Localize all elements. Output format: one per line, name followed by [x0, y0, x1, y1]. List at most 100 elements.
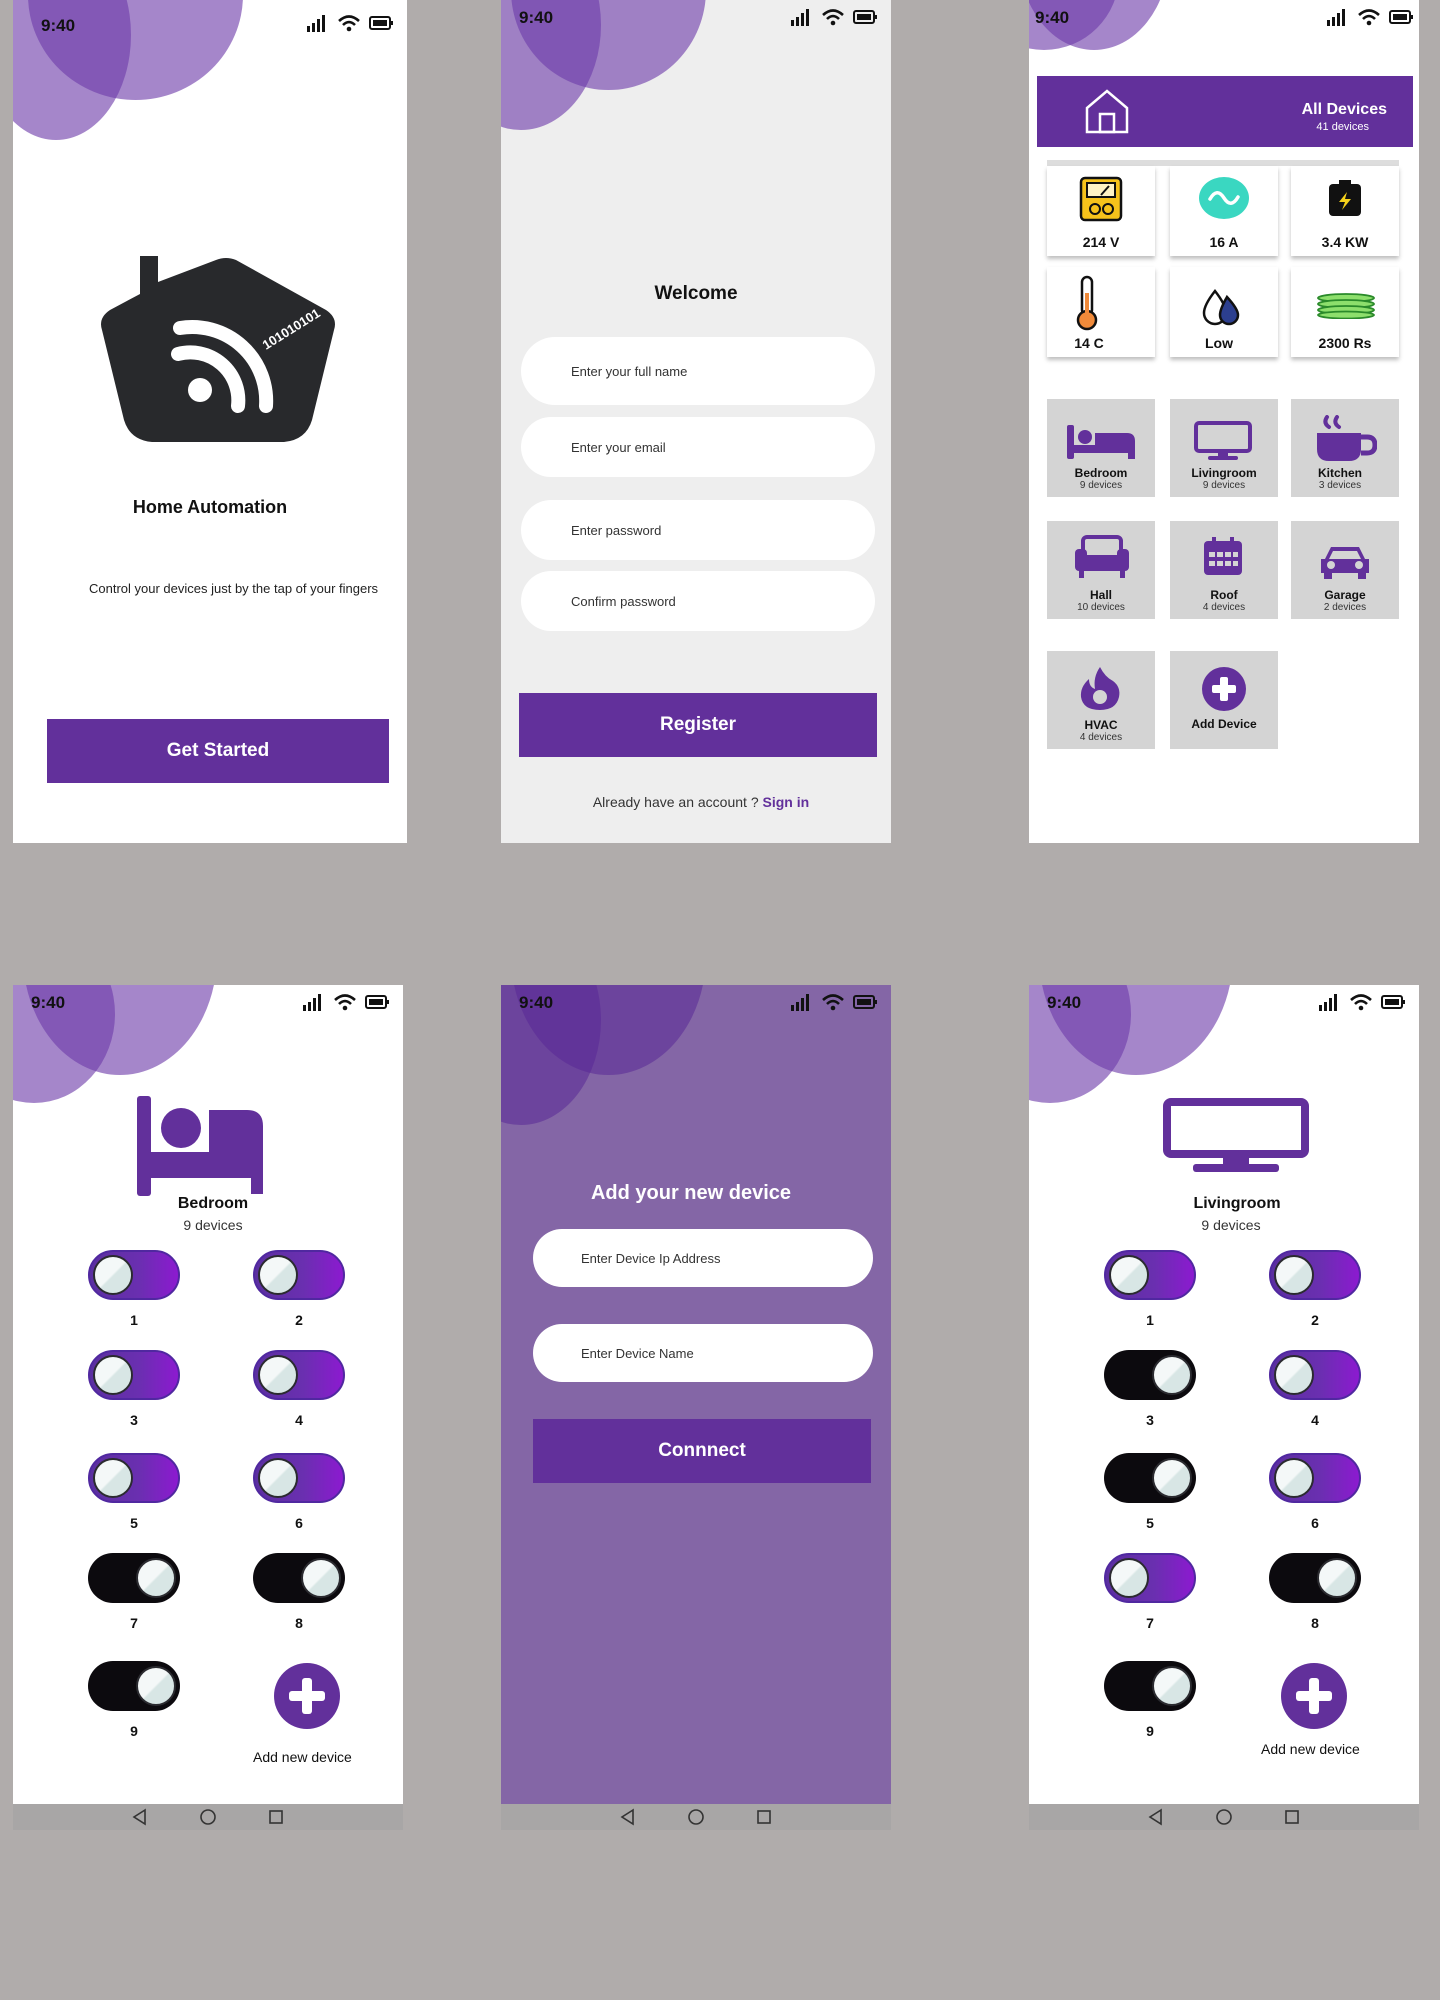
device-toggle-7[interactable]: [1104, 1553, 1196, 1603]
device-toggle-3[interactable]: [88, 1350, 180, 1400]
toggle-label: 8: [1311, 1615, 1319, 1631]
bedroom-screen: 9:40 Bedroom 9 devices Add new device 1 2…: [13, 985, 403, 1830]
toggle-knob: [301, 1558, 341, 1598]
signin-prompt: Already have an account ?: [592, 794, 759, 810]
room-tile-hvac[interactable]: HVAC 4 devices: [1047, 651, 1155, 749]
header-count: 41 devices: [1316, 121, 1369, 133]
wifi-icon: [1350, 994, 1372, 1011]
room-name: Garage: [1324, 588, 1366, 602]
device-toggle-5[interactable]: [88, 1453, 180, 1503]
toggle-label: 1: [1146, 1312, 1154, 1328]
add-new-device-label: Add new device: [1261, 1741, 1360, 1757]
toggle-label: 3: [1146, 1412, 1154, 1428]
signal-icon: [1327, 9, 1345, 26]
device-toggle-8[interactable]: [1269, 1553, 1361, 1603]
device-toggle-2[interactable]: [253, 1250, 345, 1300]
stat-card-voltage: 214 V: [1047, 166, 1155, 256]
register-button[interactable]: Register: [519, 693, 877, 757]
back-icon[interactable]: [131, 1808, 149, 1826]
back-icon[interactable]: [1147, 1808, 1165, 1826]
ac-current-icon: [1199, 177, 1249, 219]
connect-button[interactable]: Connnect: [533, 1419, 871, 1483]
recents-icon[interactable]: [755, 1808, 773, 1826]
calendar-icon: [1204, 537, 1242, 575]
toggle-label: 4: [295, 1412, 303, 1428]
room-tile-hall[interactable]: Hall 10 devices: [1047, 521, 1155, 619]
status-time: 9:40: [41, 16, 76, 35]
toggle-knob: [258, 1355, 298, 1395]
device-toggle-4[interactable]: [1269, 1350, 1361, 1400]
home-icon: [1085, 89, 1129, 134]
home-button-icon[interactable]: [1215, 1808, 1233, 1826]
stat-card-water: Low: [1170, 267, 1278, 357]
add-device-tile[interactable]: Add Device: [1170, 651, 1278, 749]
toggle-knob: [1109, 1558, 1149, 1598]
add-new-device-button[interactable]: [1281, 1663, 1347, 1729]
recents-icon[interactable]: [1283, 1808, 1301, 1826]
password-field[interactable]: Enter password: [521, 500, 875, 560]
all-devices-header[interactable]: All Devices 41 devices: [1037, 76, 1413, 147]
email-field[interactable]: Enter your email: [521, 417, 875, 477]
toggle-label: 6: [295, 1515, 303, 1531]
confirm-password-field[interactable]: Confirm password: [521, 571, 875, 631]
dashboard-screen: 9:40 All Devices 41 devices 214 V 16 A 3…: [1029, 0, 1419, 843]
room-tile-roof[interactable]: Roof 4 devices: [1170, 521, 1278, 619]
room-tile-kitchen[interactable]: Kitchen 3 devices: [1291, 399, 1399, 497]
device-toggle-9[interactable]: [88, 1661, 180, 1711]
device-toggle-7[interactable]: [88, 1553, 180, 1603]
signin-link[interactable]: Sign in: [763, 794, 810, 810]
device-toggle-5[interactable]: [1104, 1453, 1196, 1503]
plus-icon: [1202, 667, 1246, 711]
toggle-knob: [1317, 1558, 1357, 1598]
device-toggle-4[interactable]: [253, 1350, 345, 1400]
stat-value: Low: [1205, 335, 1233, 351]
room-tile-livingroom[interactable]: Livingroom 9 devices: [1170, 399, 1278, 497]
home-button-icon[interactable]: [687, 1808, 705, 1826]
cup-icon: [1317, 415, 1377, 461]
toggle-knob: [1152, 1666, 1192, 1706]
room-count: 9 devices: [1079, 480, 1123, 491]
device-ip-field[interactable]: Enter Device Ip Address: [533, 1229, 873, 1287]
toggle-knob: [1109, 1255, 1149, 1295]
device-toggle-6[interactable]: [253, 1453, 345, 1503]
stat-value: 214 V: [1082, 234, 1120, 250]
room-count: 4 devices: [1202, 602, 1246, 613]
add-new-device-button[interactable]: [274, 1663, 340, 1729]
device-toggle-2[interactable]: [1269, 1250, 1361, 1300]
recents-icon[interactable]: [267, 1808, 285, 1826]
status-icons: [303, 993, 389, 1011]
signin-row: Already have an account ? Sign in: [501, 794, 891, 810]
room-count: 9 devices: [1202, 480, 1246, 491]
toggle-knob: [1152, 1355, 1192, 1395]
room-tile-bedroom[interactable]: Bedroom 9 devices: [1047, 399, 1155, 497]
thermometer-icon: [1076, 275, 1098, 331]
device-toggle-9[interactable]: [1104, 1661, 1196, 1711]
splash-screen: 9:40 101010101 Home Automation Control y…: [13, 0, 407, 843]
status-icons: [791, 8, 877, 26]
device-toggle-3[interactable]: [1104, 1350, 1196, 1400]
get-started-button[interactable]: Get Started: [47, 719, 389, 783]
toggle-knob: [1152, 1458, 1192, 1498]
toggle-label: 2: [1311, 1312, 1319, 1328]
stat-card-power: 3.4 KW: [1291, 166, 1399, 256]
device-toggle-1[interactable]: [88, 1250, 180, 1300]
wifi-icon: [822, 9, 844, 26]
water-level-icon: [1202, 288, 1240, 326]
toggle-label: 4: [1311, 1412, 1319, 1428]
toggle-knob: [136, 1666, 176, 1706]
device-toggle-8[interactable]: [253, 1553, 345, 1603]
device-toggle-1[interactable]: [1104, 1250, 1196, 1300]
room-tile-garage[interactable]: Garage 2 devices: [1291, 521, 1399, 619]
device-toggle-6[interactable]: [1269, 1453, 1361, 1503]
toggle-knob: [1274, 1255, 1314, 1295]
bed-icon: [1067, 425, 1135, 459]
toggle-knob: [258, 1255, 298, 1295]
toggle-knob: [136, 1558, 176, 1598]
device-name-field[interactable]: Enter Device Name: [533, 1324, 873, 1382]
full-name-field[interactable]: Enter your full name: [521, 337, 875, 405]
room-name: Bedroom: [1074, 466, 1128, 480]
back-icon[interactable]: [619, 1808, 637, 1826]
home-button-icon[interactable]: [199, 1808, 217, 1826]
status-icons: [1327, 8, 1413, 26]
room-count: 4 devices: [1079, 732, 1123, 743]
